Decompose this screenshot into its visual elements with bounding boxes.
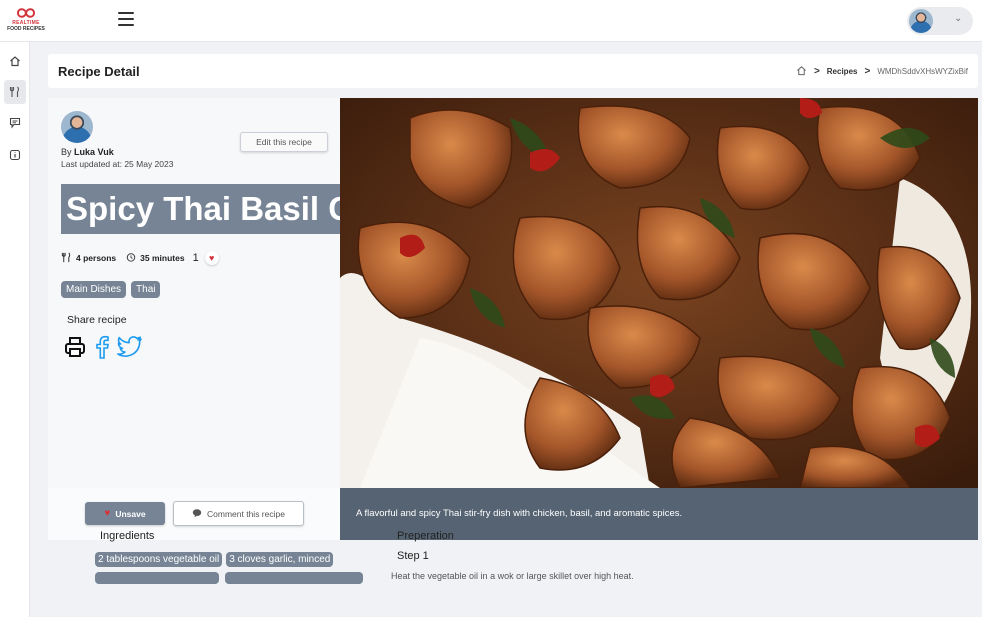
chevron-right-icon: > [864,66,871,77]
page-title: Recipe Detail [58,64,140,79]
recipe-meta: 4 persons 35 minutes 1 ♥ [61,251,219,265]
app-logo[interactable]: REALTIME FOOD RECIPES [4,6,48,38]
recipe-actions: ♥ Unsave Comment this recipe [48,488,340,540]
facebook-icon[interactable] [93,335,111,359]
author-name[interactable]: Luka Vuk [74,147,114,157]
chevron-down-icon: ⌄ [954,13,963,24]
menu-icon[interactable] [118,12,134,26]
tag-item[interactable]: Thai [131,281,161,298]
utensils-icon [61,252,72,265]
tag-item[interactable]: Main Dishes [61,281,127,298]
tag-list: Main Dishes Thai [61,281,161,298]
heart-icon: ♥ [104,508,111,519]
print-icon[interactable] [63,335,87,359]
unsave-label: Unsave [115,508,146,519]
ingredient-list: 2 tablespoons vegetable oil 3 cloves gar… [95,552,334,567]
ingredient-item: 2 tablespoons vegetable oil [95,552,223,567]
recipe-image [340,98,978,488]
recipe-card: By Luka Vuk Last updated at: 25 May 2023… [48,98,978,540]
comment-icon[interactable] [6,114,24,132]
ingredient-item: 3 cloves garlic, minced [226,552,334,567]
page-header: Recipe Detail > Recipes > WMDhSddvXHsWYZ… [48,54,978,88]
servings: 4 persons [76,253,117,263]
cook-time: 35 minutes [140,253,185,263]
comment-button[interactable]: Comment this recipe [173,501,304,526]
author-line: By Luka Vuk [61,147,114,157]
by-label: By [61,147,72,157]
heart-icon[interactable]: ♥ [204,251,219,265]
sidebar [0,42,30,617]
user-avatar [909,9,933,33]
logo-line2: FOOD RECIPES [7,26,45,32]
clock-icon [126,252,136,264]
preparation-title: Preperation [397,530,454,542]
ingredient-item [95,572,219,584]
comment-label: Comment this recipe [207,508,285,519]
breadcrumb: > Recipes > WMDhSddvXHsWYZixBif [796,65,968,78]
logo-icon [16,8,36,18]
breadcrumb-current: WMDhSddvXHsWYZixBif [877,67,968,76]
breadcrumb-recipes[interactable]: Recipes [827,67,858,76]
twitter-icon[interactable] [117,336,143,358]
recipe-info: By Luka Vuk Last updated at: 25 May 2023… [48,98,462,488]
utensils-icon[interactable] [4,80,26,104]
ingredients-title: Ingredients [100,530,155,542]
edit-recipe-button[interactable]: Edit this recipe [240,132,328,152]
step-text: Heat the vegetable oil in a wok or large… [391,571,634,581]
share-icons [63,335,143,359]
ingredient-item [225,572,363,584]
info-icon[interactable] [6,146,24,164]
home-icon[interactable] [6,52,24,70]
food-photo [340,98,978,488]
ingredient-list-more [95,572,363,584]
last-updated: Last updated at: 25 May 2023 [61,159,174,169]
home-icon[interactable] [796,65,807,78]
step-label: Step 1 [397,550,429,562]
author-avatar [61,111,93,143]
unsave-button[interactable]: ♥ Unsave [85,502,165,525]
like-count: 1 [192,252,199,264]
comment-icon [192,508,202,520]
chevron-right-icon: > [813,66,820,77]
share-label: Share recipe [67,314,127,326]
top-bar: REALTIME FOOD RECIPES ⌄ [0,0,982,42]
user-menu[interactable]: ⌄ [907,7,973,35]
main-content: Recipe Detail > Recipes > WMDhSddvXHsWYZ… [30,42,982,617]
